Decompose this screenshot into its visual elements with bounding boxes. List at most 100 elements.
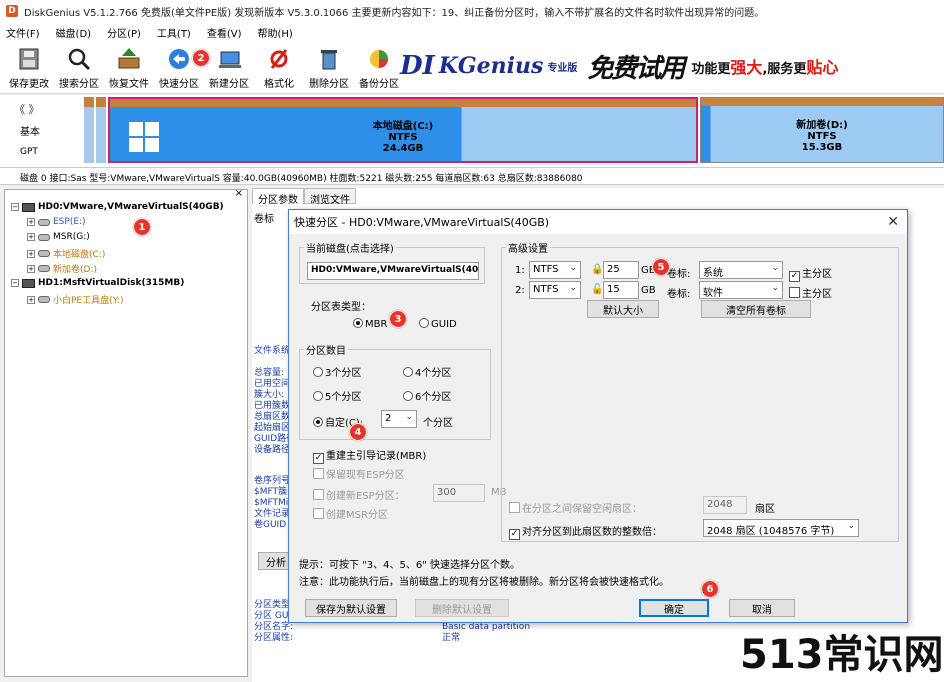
count-3-radio[interactable]: 3个分区 xyxy=(313,364,361,379)
row-2-volume-label-prefix: 卷标: xyxy=(667,289,691,300)
menu-help[interactable]: 帮助(H) xyxy=(258,25,293,40)
step-badge-2: 2 xyxy=(192,49,210,67)
volume-icon xyxy=(38,296,50,303)
menu-partition[interactable]: 分区(P) xyxy=(107,25,141,40)
create-esp-checkbox[interactable]: 创建新ESP分区： xyxy=(313,487,405,502)
step-badge-1: 1 xyxy=(133,218,151,236)
recover-files-button[interactable]: 恢复文件 xyxy=(104,44,154,90)
tree-volume-c[interactable]: + 本地磁盘(C:) xyxy=(27,247,105,260)
delete-default-button[interactable]: 删除默认设置 xyxy=(415,599,509,617)
row-2-unit: GB xyxy=(641,285,656,296)
dialog-title: 快速分区 - HD0:VMware,VMwareVirtualS(40GB) xyxy=(289,210,907,234)
align-sectors-select[interactable]: 2048 扇区 (1048576 字节) ⌄ xyxy=(703,519,859,537)
tab-partition-params[interactable]: 分区参数 xyxy=(252,188,304,206)
keep-free-sectors-input[interactable]: 2048 xyxy=(703,496,747,514)
search-partition-button[interactable]: 搜索分区 xyxy=(54,44,104,90)
current-disk-selector[interactable]: HD0:VMware,VMwareVirtualS(40 xyxy=(307,262,479,280)
partition-detail-values: Basic data partition 正常 xyxy=(442,622,531,643)
clear-volume-labels-button[interactable]: 清空所有卷标 xyxy=(701,300,811,318)
row-1-volume-label-select[interactable]: 系统 ⌄ xyxy=(699,261,783,279)
delete-icon xyxy=(321,50,337,70)
esp-size-input[interactable]: 300 xyxy=(433,484,485,502)
save-as-default-button[interactable]: 保存为默认设置 xyxy=(305,599,397,617)
banner-brand-1: DI xyxy=(400,51,435,81)
title-bar: D DiskGenius V5.1.2.766 免费版(单文件PE版) 发现新版… xyxy=(0,0,944,22)
keep-free-sectors-checkbox[interactable]: 在分区之间保留空闲扇区： xyxy=(509,500,642,515)
chevron-down-icon: ⌄ xyxy=(847,521,855,531)
rebuild-mbr-checkbox[interactable]: ✓ 重建主引导记录(MBR) xyxy=(313,447,426,464)
chevron-down-icon: ⌄ xyxy=(405,412,413,422)
promo-banner[interactable]: DI KGenius 专业版 免费试用 功能更强大,服务更贴心 xyxy=(400,46,850,86)
app-logo-icon: D xyxy=(6,5,18,17)
banner-brand-2: KGenius xyxy=(438,53,544,79)
menu-tools[interactable]: 工具(T) xyxy=(157,25,191,40)
column-header-label: 卷标 xyxy=(254,214,274,225)
row-2-primary-checkbox[interactable]: 主分区 xyxy=(789,285,832,300)
step-badge-3: 3 xyxy=(389,310,407,328)
delete-partition-button[interactable]: 删除分区 xyxy=(304,44,354,90)
volume-icon xyxy=(38,218,50,226)
tab-browse-files[interactable]: 浏览文件 xyxy=(304,188,356,206)
custom-count-select[interactable]: 2 ⌄ xyxy=(381,410,417,428)
new-partition-icon xyxy=(219,51,241,68)
partition-d-block[interactable]: 新加卷(D:) NTFS 15.3GB xyxy=(700,97,944,163)
toolbar: 保存更改 搜索分区 恢复文件 快速分区 新建分区 格式化 删除分区 备份分区 D… xyxy=(0,42,944,94)
small-partitions-bar[interactable] xyxy=(84,97,108,163)
close-icon[interactable]: ✕ xyxy=(887,214,899,230)
new-partition-button[interactable]: 新建分区 xyxy=(204,44,254,90)
default-size-button[interactable]: 默认大小 xyxy=(587,300,659,318)
tree-disk-hd1[interactable]: − HD1:MsftVirtualDisk(315MB) xyxy=(11,278,184,288)
size-unlock-icon: 🔓 xyxy=(591,284,604,295)
tree-volume-esp[interactable]: + ESP(E:) xyxy=(27,217,86,227)
backup-partition-button[interactable]: 备份分区 xyxy=(354,44,404,90)
menu-disk[interactable]: 磁盘(D) xyxy=(56,25,92,40)
format-button[interactable]: 格式化 xyxy=(254,44,304,90)
disk-style: GPT xyxy=(20,147,38,157)
guid-radio[interactable]: GUID xyxy=(419,318,457,330)
quick-partition-dialog: 快速分区 - HD0:VMware,VMwareVirtualS(40GB) ✕… xyxy=(288,209,908,623)
format-icon xyxy=(270,49,288,69)
volume-icon xyxy=(38,233,50,241)
row-2-index: 2: xyxy=(515,285,525,296)
create-msr-checkbox[interactable]: 创建MSR分区 xyxy=(313,506,388,521)
menu-view[interactable]: 查看(V) xyxy=(207,25,242,40)
tree-volume-msr[interactable]: + MSR(G:) xyxy=(27,232,90,242)
row-2-fs-select[interactable]: NTFS ⌄ xyxy=(529,281,581,299)
disk-info-bar: 磁盘 0 接口:Sas 型号:VMware,VMwareVirtualS 容量:… xyxy=(0,167,944,185)
mbr-radio[interactable]: MBR xyxy=(353,318,387,330)
save-icon xyxy=(19,48,39,70)
count-5-radio[interactable]: 5个分区 xyxy=(313,388,361,403)
detail-tabs: 分区参数 浏览文件 xyxy=(252,188,356,206)
row-1-index: 1: xyxy=(515,265,525,276)
tree-volume-y[interactable]: + 小白PE工具盘(Y:) xyxy=(27,293,123,306)
ok-button[interactable]: 确定 xyxy=(639,599,709,617)
disk-type: 基本 xyxy=(20,127,40,138)
window-title: DiskGenius V5.1.2.766 免费版(单文件PE版) 发现新版本 … xyxy=(24,7,765,19)
search-icon xyxy=(68,48,91,71)
banner-edition: 专业版 xyxy=(547,62,578,74)
hdd-icon xyxy=(22,202,35,212)
cancel-button[interactable]: 取消 xyxy=(729,599,795,617)
tree-disk-hd0[interactable]: − HD0:VMware,VMwareVirtualS(40GB) xyxy=(11,202,224,212)
keep-esp-checkbox[interactable]: 保留现有ESP分区 xyxy=(313,466,405,481)
align-partitions-checkbox[interactable]: ✓ 对齐分区到此扇区数的整数倍： xyxy=(509,523,662,540)
count-4-radio[interactable]: 4个分区 xyxy=(403,364,451,379)
menu-bar: 文件(F) 磁盘(D) 分区(P) 工具(T) 查看(V) 帮助(H) xyxy=(0,22,944,42)
menu-file[interactable]: 文件(F) xyxy=(6,25,40,40)
tree-close-icon[interactable]: × xyxy=(235,188,243,199)
banner-free-trial: 免费试用 xyxy=(587,53,685,84)
count-6-radio[interactable]: 6个分区 xyxy=(403,388,451,403)
row-2-size-input[interactable]: 15 xyxy=(603,281,639,299)
tree-volume-d[interactable]: + 新加卷(D:) xyxy=(27,262,97,275)
site-watermark: 513常识网 xyxy=(740,632,944,678)
disk-nav-arrows[interactable]: 《 》 xyxy=(14,101,40,117)
row-2-volume-label-select[interactable]: 软件 ⌄ xyxy=(699,281,783,299)
disk-map-panel: 《 》 基本 GPT 本地磁盘(C:) NTFS 24.4GB 新加卷(D:) … xyxy=(0,95,944,167)
backup-icon xyxy=(370,50,388,68)
disk-tree: × − HD0:VMware,VMwareVirtualS(40GB) + ES… xyxy=(4,188,248,677)
row-1-primary-checkbox[interactable]: ✓ 主分区 xyxy=(789,265,832,282)
partition-c-block[interactable]: 本地磁盘(C:) NTFS 24.4GB xyxy=(108,97,698,163)
row-1-fs-select[interactable]: NTFS ⌄ xyxy=(529,261,581,279)
save-changes-button[interactable]: 保存更改 xyxy=(4,44,54,90)
row-1-size-input[interactable]: 25 xyxy=(603,261,639,279)
